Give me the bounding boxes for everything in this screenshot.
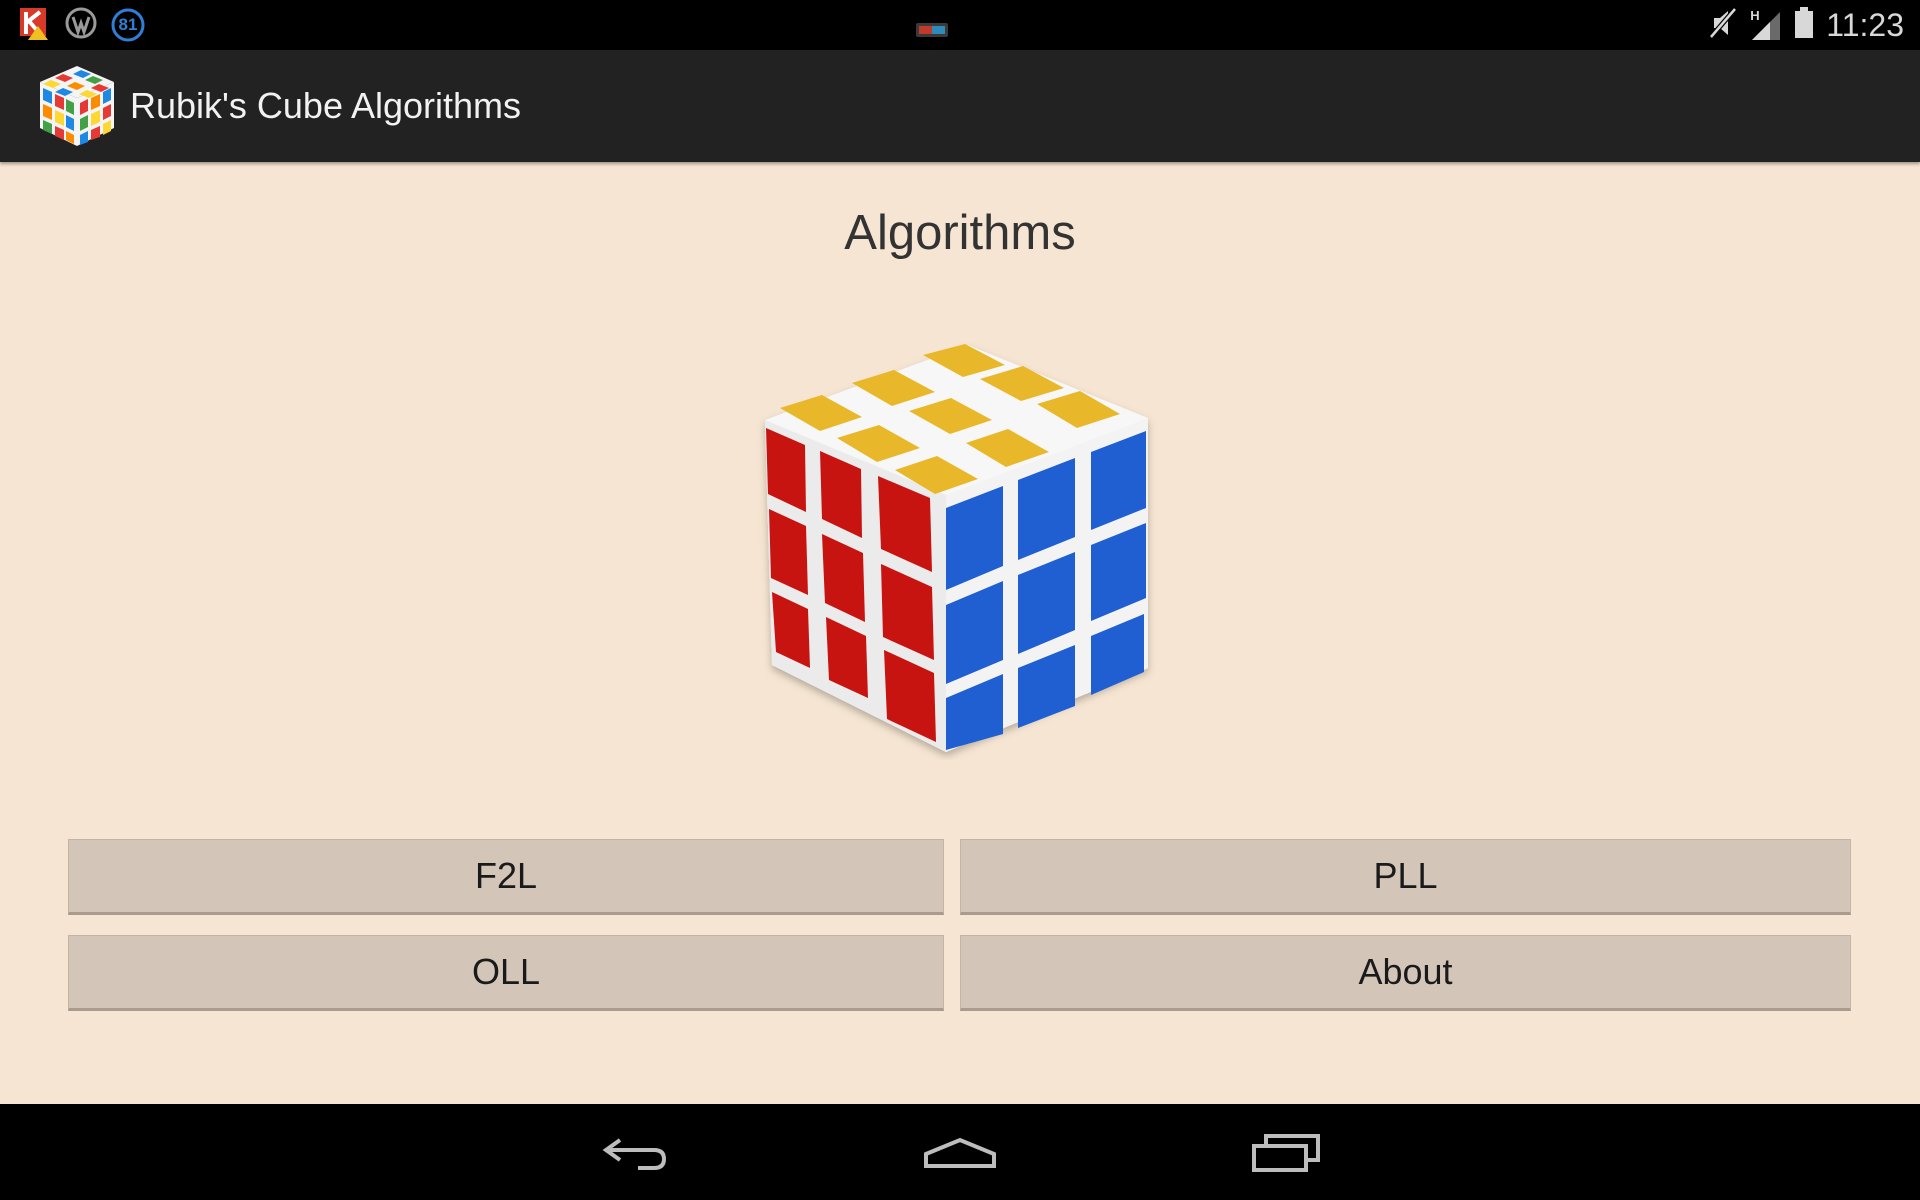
status-notifications: 81 — [18, 6, 146, 45]
app-logo-icon[interactable] — [36, 62, 118, 155]
notification-count: 81 — [118, 15, 138, 34]
pll-button[interactable]: PLL — [960, 839, 1851, 915]
recent-apps-icon[interactable] — [1250, 1126, 1322, 1183]
oll-button[interactable]: OLL — [68, 935, 944, 1011]
notification-count-icon: 81 — [110, 7, 146, 43]
status-system: H 11:23 — [1708, 0, 1904, 50]
battery-icon — [1794, 6, 1814, 44]
status-bar: 81 H 11:23 — [0, 0, 1920, 50]
network-type-label: H — [1750, 8, 1760, 23]
page-title: Algorithms — [844, 206, 1076, 260]
back-icon[interactable] — [600, 1126, 670, 1183]
screen-cast-icon — [916, 23, 948, 42]
kaspersky-icon — [18, 6, 52, 45]
status-clock: 11:23 — [1826, 6, 1904, 43]
rubiks-cube-image — [755, 340, 1165, 765]
home-icon[interactable] — [922, 1126, 998, 1183]
signal-icon: H — [1750, 8, 1782, 42]
navigation-bar — [0, 1104, 1920, 1200]
mute-icon — [1708, 6, 1738, 44]
about-button[interactable]: About — [960, 935, 1851, 1011]
wordpress-icon — [64, 6, 98, 45]
f2l-button[interactable]: F2L — [68, 839, 944, 915]
action-bar: Rubik's Cube Algorithms — [0, 50, 1920, 162]
app-title: Rubik's Cube Algorithms — [130, 85, 522, 126]
